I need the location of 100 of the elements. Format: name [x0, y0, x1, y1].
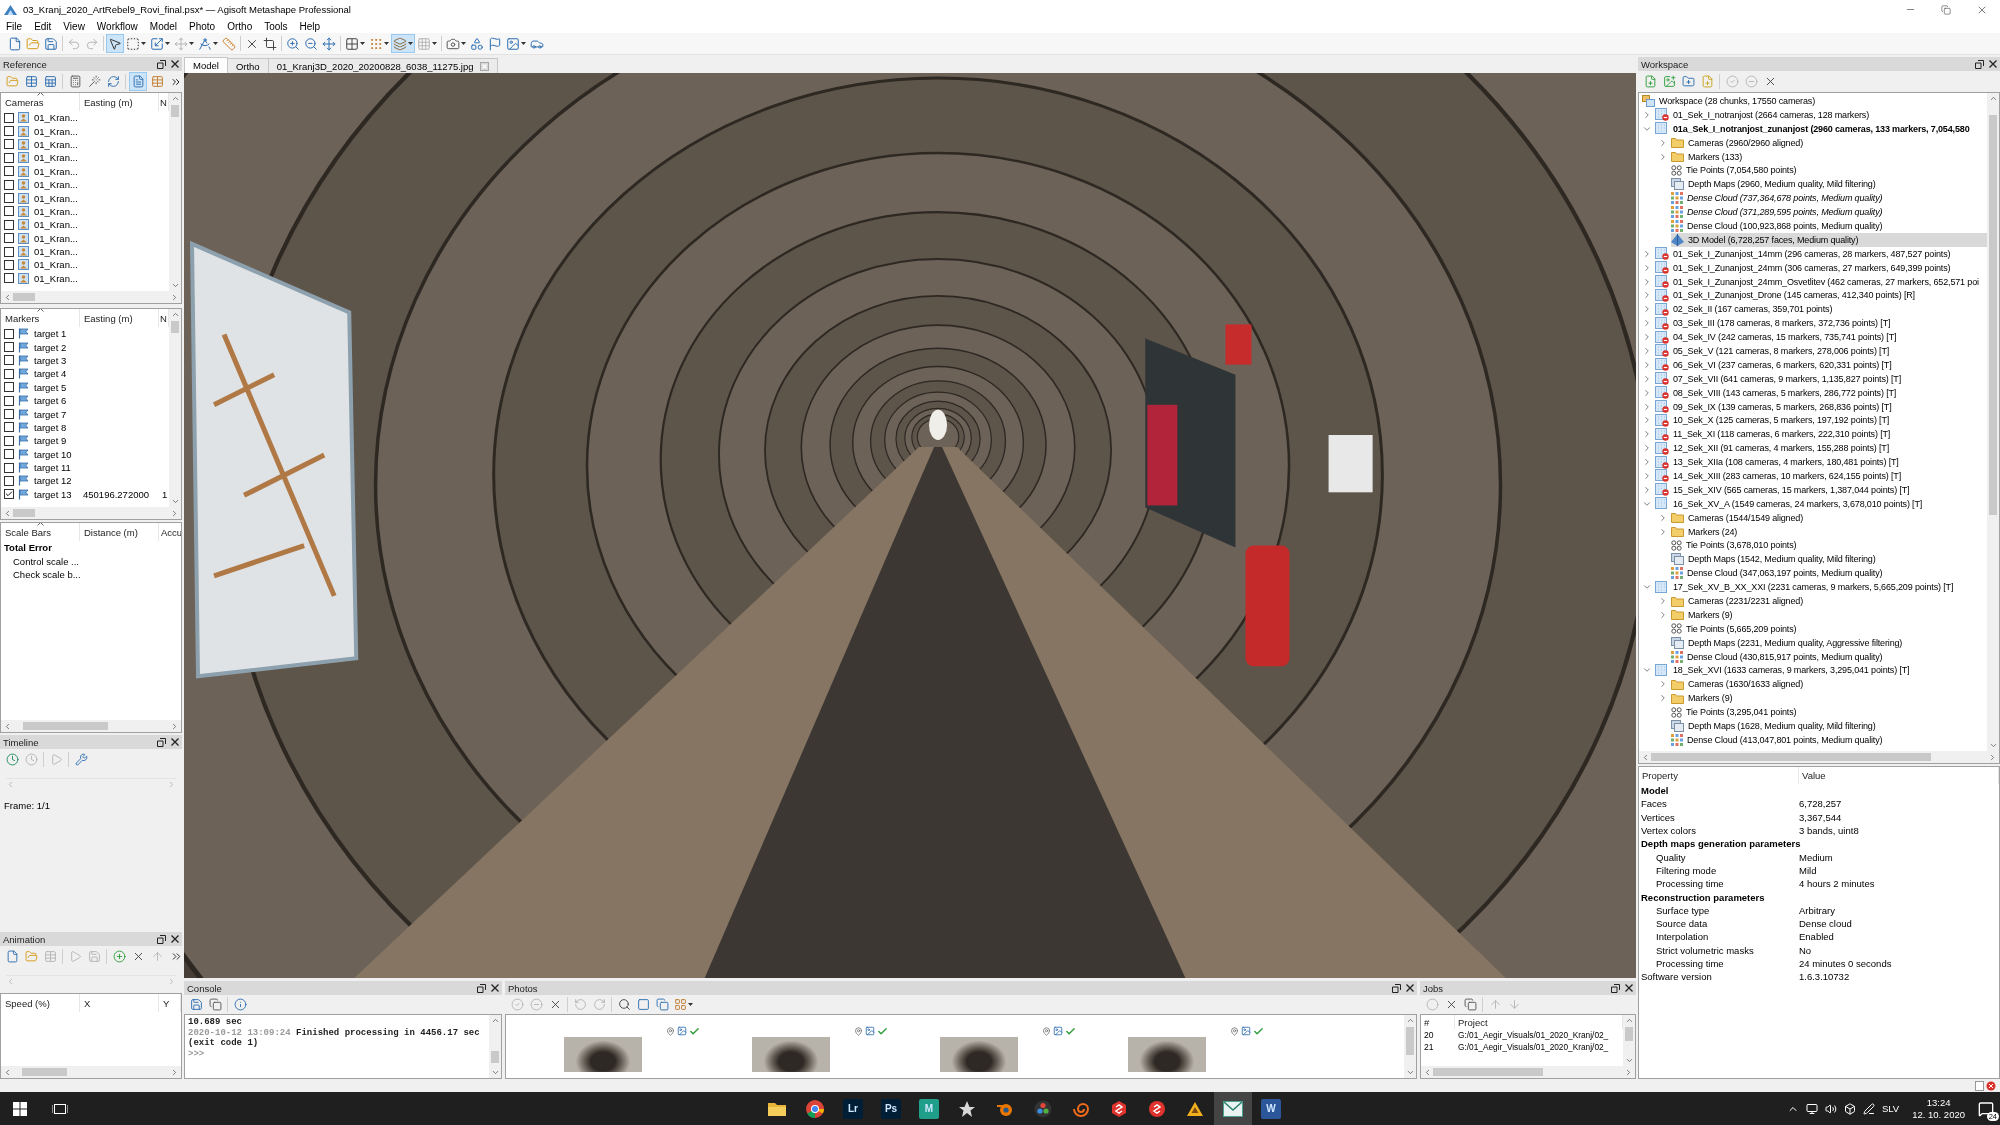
scroll-left-icon[interactable] — [3, 508, 12, 518]
tree-item[interactable]: Tie Points (7,054,580 points) — [1671, 163, 1987, 178]
tree-item[interactable]: Tie Points (3,678,010 points) — [1671, 538, 1987, 553]
checkbox[interactable] — [4, 193, 14, 204]
undock-icon[interactable] — [157, 737, 166, 747]
scroll-right-icon[interactable] — [1988, 752, 1997, 762]
column-header[interactable]: # — [1421, 1015, 1455, 1029]
undock-icon[interactable] — [157, 934, 166, 944]
scroll-right-icon[interactable] — [170, 292, 179, 302]
checkbox[interactable] — [4, 422, 14, 433]
tree-item[interactable]: Dense Cloud (100,923,868 points, Medium quality) — [1671, 219, 1987, 233]
scroll-up-icon[interactable] — [1624, 1016, 1634, 1025]
layers-button[interactable] — [391, 34, 415, 53]
horizontal-scrollbar[interactable] — [1, 507, 181, 519]
checkbox[interactable] — [4, 246, 14, 257]
scroll-down-icon[interactable] — [170, 281, 180, 290]
tree-item[interactable]: Tie Points (5,665,209 points) — [1671, 621, 1987, 636]
tree-item[interactable]: 11_Sek_XI (118 cameras, 6 markers, 222,310 points) [T] — [1655, 427, 1987, 442]
tree-item[interactable]: Workspace (28 chunks, 17550 cameras) — [1642, 94, 1987, 108]
tree-item[interactable]: Depth Maps (1628, Medium quality, Mild filtering) — [1671, 719, 1987, 733]
tree-item[interactable]: Cameras (2960/2960 aligned) — [1671, 135, 1987, 150]
tree-item[interactable]: Dense Cloud (347,063,197 points, Medium quality) — [1671, 566, 1987, 581]
checkbox[interactable] — [4, 409, 14, 420]
close-icon[interactable] — [171, 60, 179, 68]
horizontal-scrollbar[interactable] — [1, 720, 181, 732]
view-tab[interactable]: Model — [184, 57, 228, 73]
close-icon[interactable] — [1625, 984, 1633, 992]
close-icon[interactable] — [1406, 984, 1414, 992]
box-icon[interactable] — [1843, 1102, 1856, 1115]
scroll-left-icon[interactable] — [6, 977, 15, 986]
photo-thumbnail[interactable] — [940, 1037, 1018, 1072]
scroll-left-icon[interactable] — [3, 721, 12, 731]
tree-item[interactable]: 06_Sek_VI (237 cameras, 6 markers, 620,331 points) [T] — [1655, 357, 1987, 372]
language-indicator[interactable]: SLV — [1881, 1103, 1900, 1114]
checkbox[interactable] — [4, 476, 14, 486]
horizontal-scrollbar[interactable] — [1, 1066, 181, 1078]
scroll-down-icon[interactable] — [490, 1068, 500, 1077]
checkbox[interactable] — [4, 395, 14, 406]
close-icon[interactable] — [1989, 60, 1997, 68]
menu-item[interactable]: Workflow — [90, 19, 144, 33]
tree-item[interactable]: 08_Sek_VIII (143 cameras, 5 markers, 286,772 points) [T] — [1655, 385, 1987, 400]
checkbox[interactable] — [4, 179, 14, 190]
menu-item[interactable]: Model — [143, 19, 184, 33]
photo-thumbnail[interactable] — [1128, 1037, 1206, 1072]
tree-item[interactable]: Markers (9) — [1671, 607, 1987, 622]
tree-item[interactable]: 13_Sek_XIIa (108 cameras, 4 markers, 180,481 points) [T] — [1655, 455, 1987, 470]
checkbox[interactable] — [4, 273, 14, 284]
scroll-left-icon[interactable] — [3, 1067, 12, 1077]
close-tab-icon[interactable] — [479, 61, 489, 71]
checkbox[interactable] — [4, 489, 14, 500]
tree-item[interactable]: Depth Maps (2960, Medium quality, Mild filtering) — [1671, 177, 1987, 192]
vertical-scrollbar[interactable] — [1987, 93, 1999, 751]
scrollbar-thumb[interactable] — [13, 509, 35, 517]
menu-item[interactable]: Edit — [28, 19, 58, 33]
scrollbar-thumb[interactable] — [22, 1068, 67, 1076]
vertical-scrollbar[interactable] — [489, 1015, 501, 1078]
scroll-left-icon[interactable] — [6, 780, 15, 789]
checkbox[interactable] — [4, 260, 14, 270]
checkbox[interactable] — [4, 233, 14, 244]
close-icon[interactable] — [491, 984, 499, 992]
column-header[interactable]: X — [80, 994, 159, 1012]
photo-thumbnail[interactable] — [564, 1037, 642, 1072]
scroll-left-icon[interactable] — [3, 292, 12, 302]
menu-item[interactable]: Photo — [183, 19, 222, 33]
tree-item[interactable]: 07_Sek_VII (641 cameras, 9 markers, 1,135,827 points) [T] — [1655, 371, 1987, 386]
scrollbar-thumb[interactable] — [491, 1051, 499, 1063]
menu-item[interactable]: View — [57, 19, 91, 33]
close-icon[interactable] — [171, 738, 179, 746]
scroll-right-icon[interactable] — [167, 977, 176, 986]
close-icon[interactable] — [171, 935, 179, 943]
volume-icon[interactable] — [1824, 1102, 1837, 1115]
checkbox[interactable] — [4, 166, 14, 177]
animation-scrollbar[interactable] — [6, 975, 176, 987]
view-tab[interactable]: 01_Kranj3D_2020_20200828_6038_11275.jpg — [267, 58, 498, 73]
scroll-up-icon[interactable] — [170, 94, 180, 103]
tree-item[interactable]: 01_Sek_I_Zunanjost_24mm_Osvetlitev (462 cameras, 27 markers, 652,571 poi — [1655, 274, 1987, 289]
document-button[interactable] — [129, 72, 147, 91]
scroll-right-icon[interactable] — [170, 721, 179, 731]
scroll-up-icon[interactable] — [490, 1016, 500, 1025]
tree-item[interactable]: 10_Sek_X (125 cameras, 5 markers, 197,192 points) [T] — [1655, 413, 1987, 428]
checkbox[interactable] — [4, 462, 14, 473]
tree-item[interactable]: 01_Sek_I_Zunanjost_14mm (296 cameras, 28 markers, 487,527 points) — [1655, 246, 1987, 261]
column-header[interactable]: Scale Bars — [1, 523, 80, 541]
tree-item[interactable]: Cameras (1630/1633 aligned) — [1671, 677, 1987, 692]
column-header[interactable]: Accu — [159, 523, 181, 541]
checkbox[interactable] — [4, 206, 14, 217]
tree-item[interactable]: Depth Maps (1542, Medium quality, Mild filtering) — [1671, 552, 1987, 567]
column-header[interactable]: Easting (m) — [80, 93, 159, 111]
vertical-scrollbar[interactable] — [169, 309, 181, 507]
scroll-right-icon[interactable] — [170, 508, 179, 518]
tree-item[interactable]: 02_Sek_II (167 cameras, 359,701 points) — [1655, 302, 1987, 317]
checkbox[interactable] — [4, 328, 14, 339]
checkbox[interactable] — [4, 112, 14, 123]
scroll-up-icon[interactable] — [1988, 94, 1998, 103]
scroll-right-icon[interactable] — [1624, 1067, 1633, 1077]
scrollbar-thumb[interactable] — [1989, 115, 1997, 515]
checkbox[interactable] — [4, 152, 14, 163]
tree-item[interactable]: 09_Sek_IX (139 cameras, 5 markers, 268,836 points) [T] — [1655, 399, 1987, 414]
taskbar-app-button[interactable]: Lr — [834, 1092, 872, 1125]
tree-item[interactable]: Cameras (1544/1549 aligned) — [1671, 510, 1987, 525]
